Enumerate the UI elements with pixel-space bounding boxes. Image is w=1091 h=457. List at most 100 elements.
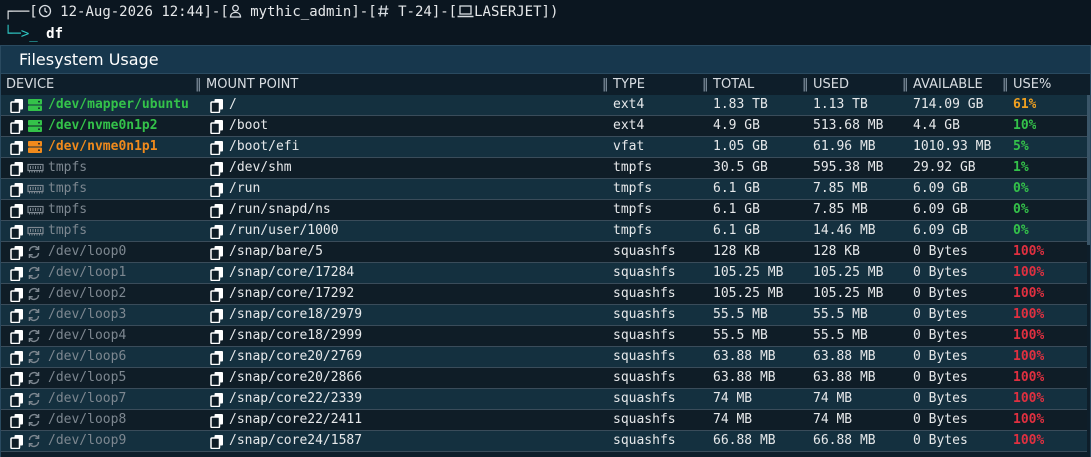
fs-type: squashfs <box>613 412 676 427</box>
copy-device-icon[interactable] <box>10 116 24 134</box>
size-used: 513.68 MB <box>813 118 884 133</box>
size-total: 55.5 MB <box>713 307 768 322</box>
table-row[interactable]: /dev/loop8/snap/core22/2411 squashfs 74 MB… <box>1 410 1087 431</box>
size-total: 128 KB <box>713 244 760 259</box>
copy-mount-icon[interactable] <box>210 284 224 302</box>
header-available[interactable]: AVAILABLE <box>913 75 983 94</box>
size-available: 0 Bytes <box>913 328 968 343</box>
header-type[interactable]: TYPE <box>613 75 645 94</box>
prompt-time: 12-Aug-2026 12:44 <box>60 4 204 20</box>
fs-type: tmpfs <box>613 223 653 238</box>
copy-mount-icon[interactable] <box>210 158 224 176</box>
copy-device-icon[interactable] <box>10 179 24 197</box>
column-divider[interactable]: ‖ <box>1002 75 1008 94</box>
size-available: 6.09 GB <box>913 181 968 196</box>
header-used[interactable]: USED <box>813 75 849 94</box>
size-total: 4.9 GB <box>713 118 760 133</box>
copy-mount-icon[interactable] <box>210 200 224 218</box>
copy-device-icon[interactable] <box>10 137 24 155</box>
copy-device-icon[interactable] <box>10 158 24 176</box>
table-row[interactable]: /dev/loop4/snap/core18/2999 squashfs 55.5 … <box>1 326 1087 347</box>
table-row[interactable]: /dev/loop9/snap/core24/1587 squashfs 66.88… <box>1 431 1087 452</box>
prompt-host: LASERJET <box>474 4 542 20</box>
copy-device-icon[interactable] <box>10 410 24 428</box>
table-row[interactable]: /dev/loop3/snap/core18/2979 squashfs 55.5 … <box>1 305 1087 326</box>
prompt-separator: ]-[ <box>431 4 458 20</box>
table-row[interactable]: /dev/loop5/snap/core20/2866 squashfs 63.88… <box>1 368 1087 389</box>
table-row[interactable]: tmpfs/run tmpfs 6.1 GB 7.85 MB 6.09 GB 0% <box>1 179 1087 200</box>
copy-mount-icon[interactable] <box>210 431 224 449</box>
loop-icon <box>27 347 44 364</box>
copy-mount-icon[interactable] <box>210 95 224 113</box>
copy-device-icon[interactable] <box>10 263 24 281</box>
mount-point: /snap/bare/5 <box>229 244 323 259</box>
table-row[interactable]: tmpfs/run/snapd/ns tmpfs 6.1 GB 7.85 MB 6.09… <box>1 200 1087 221</box>
memory-icon <box>27 200 44 217</box>
copy-mount-icon[interactable] <box>210 137 224 155</box>
shell-prompt: ┌──[ 12-Aug-2026 12:44]-[ mythic_admin]-… <box>4 2 558 44</box>
copy-device-icon[interactable] <box>10 284 24 302</box>
prompt-arrow: └─>_ <box>4 26 38 42</box>
copy-mount-icon[interactable] <box>210 221 224 239</box>
copy-mount-icon[interactable] <box>210 179 224 197</box>
size-used: 1.13 TB <box>813 97 868 112</box>
header-total[interactable]: TOTAL <box>713 75 754 94</box>
copy-mount-icon[interactable] <box>210 389 224 407</box>
header-use-pct[interactable]: USE% <box>1013 75 1051 94</box>
table-row[interactable]: tmpfs/dev/shm tmpfs 30.5 GB 595.38 MB 29.92 … <box>1 158 1087 179</box>
table-row[interactable]: /dev/loop7/snap/core22/2339 squashfs 74 MB… <box>1 389 1087 410</box>
column-divider[interactable]: ‖ <box>195 75 201 94</box>
size-used: 7.85 MB <box>813 202 868 217</box>
copy-mount-icon[interactable] <box>210 242 224 260</box>
table-row[interactable]: /dev/loop1/snap/core/17284 squashfs 105.25… <box>1 263 1087 284</box>
table-row[interactable]: /dev/nvme0n1p2/boot ext4 4.9 GB 513.68 MB 4.… <box>1 116 1087 137</box>
fs-type: ext4 <box>613 97 645 112</box>
prompt-command: df <box>46 26 64 42</box>
fs-type: squashfs <box>613 328 676 343</box>
column-divider[interactable]: ‖ <box>702 75 708 94</box>
copy-device-icon[interactable] <box>10 347 24 365</box>
mount-point: /run <box>229 181 261 196</box>
fs-type: vfat <box>613 139 645 154</box>
mount-point: /snap/core20/2866 <box>229 370 363 385</box>
prompt-tty: T-24 <box>398 4 432 20</box>
size-used: 105.25 MB <box>813 265 884 280</box>
table-row[interactable]: /dev/nvme0n1p1/boot/efi vfat 1.05 GB 61.96 … <box>1 137 1087 158</box>
copy-mount-icon[interactable] <box>210 263 224 281</box>
scrollbar-thumb[interactable] <box>1087 95 1090 245</box>
mount-point: /snap/core22/2339 <box>229 391 363 406</box>
copy-mount-icon[interactable] <box>210 368 224 386</box>
copy-device-icon[interactable] <box>10 431 24 449</box>
use-percent: 0% <box>1013 223 1029 238</box>
copy-mount-icon[interactable] <box>210 326 224 344</box>
copy-device-icon[interactable] <box>10 242 24 260</box>
copy-mount-icon[interactable] <box>210 347 224 365</box>
device-name: tmpfs <box>48 202 88 217</box>
copy-device-icon[interactable] <box>10 368 24 386</box>
table-row[interactable]: /dev/loop6/snap/core20/2769 squashfs 63.88… <box>1 347 1087 368</box>
copy-device-icon[interactable] <box>10 326 24 344</box>
header-device[interactable]: DEVICE <box>6 75 54 94</box>
column-divider[interactable]: ‖ <box>802 75 808 94</box>
size-total: 63.88 MB <box>713 370 776 385</box>
copy-device-icon[interactable] <box>10 95 24 113</box>
table-row[interactable]: /dev/loop2/snap/core/17292 squashfs 105.25… <box>1 284 1087 305</box>
column-divider[interactable]: ‖ <box>602 75 608 94</box>
copy-device-icon[interactable] <box>10 389 24 407</box>
copy-device-icon[interactable] <box>10 221 24 239</box>
size-total: 6.1 GB <box>713 202 760 217</box>
column-divider[interactable]: ‖ <box>902 75 908 94</box>
size-used: 74 MB <box>813 391 853 406</box>
copy-mount-icon[interactable] <box>210 410 224 428</box>
copy-device-icon[interactable] <box>10 200 24 218</box>
table-row[interactable]: /dev/loop0/snap/bare/5 squashfs 128 KB 128 … <box>1 242 1087 263</box>
copy-mount-icon[interactable] <box>210 116 224 134</box>
table-row[interactable]: tmpfs/run/user/1000 tmpfs 6.1 GB 14.46 MB 6.… <box>1 221 1087 242</box>
copy-device-icon[interactable] <box>10 305 24 323</box>
user-icon <box>229 4 242 24</box>
header-mount[interactable]: MOUNT POINT <box>206 75 298 94</box>
table-row[interactable]: /dev/mapper/ubuntu / ext4 1.83 TB 1.13 TB 714… <box>1 95 1087 116</box>
copy-mount-icon[interactable] <box>210 305 224 323</box>
size-total: 105.25 MB <box>713 265 784 280</box>
size-total: 105.25 MB <box>713 286 784 301</box>
